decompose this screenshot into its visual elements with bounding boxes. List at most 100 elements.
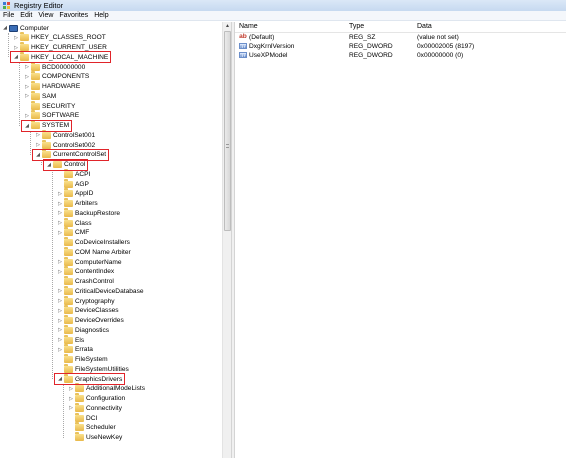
- tree-node-label: FileSystemUtilities: [75, 365, 129, 373]
- expand-arrow-icon[interactable]: ▷: [57, 230, 63, 236]
- value-row[interactable]: 011 UseXPModel REG_DWORD 0x00000000 (0): [235, 52, 566, 61]
- tree-guide-line: [52, 169, 53, 379]
- tree-node-dci[interactable]: DCI: [68, 412, 97, 423]
- tree-node-label: ControlSet001: [53, 131, 96, 139]
- value-name: (Default): [249, 34, 275, 41]
- tree-node-class[interactable]: ▷ Class: [57, 217, 92, 228]
- expand-arrow-icon[interactable]: ▷: [24, 84, 30, 90]
- tree-node-label: CriticalDeviceDatabase: [75, 287, 144, 295]
- folder-icon: [64, 344, 73, 354]
- expand-arrow-icon[interactable]: ▷: [57, 259, 63, 265]
- expand-arrow-icon[interactable]: ▷: [13, 45, 19, 51]
- pane-splitter[interactable]: [231, 22, 235, 458]
- expand-arrow-icon[interactable]: ▷: [24, 113, 30, 119]
- expand-arrow-icon[interactable]: ▷: [57, 298, 63, 304]
- tree-node-agp[interactable]: AGP: [57, 178, 89, 189]
- menu-favorites[interactable]: Favorites: [59, 12, 88, 19]
- tree-node-diagnostics[interactable]: ▷ Diagnostics: [57, 324, 109, 335]
- tree-node-label: Arbiters: [75, 200, 98, 207]
- tree-node-label: ACPI: [75, 170, 91, 178]
- string-value-icon: ab: [239, 33, 247, 40]
- tree-scrollbar[interactable]: ▲: [222, 22, 231, 458]
- menu-file[interactable]: File: [3, 12, 14, 19]
- registry-tree[interactable]: ◢ Computer ▷ HKEY_CLASSES_ROOT ▷ HKEY_CURRENT…: [0, 22, 231, 458]
- folder-icon: [42, 129, 51, 139]
- folder-icon: [64, 188, 73, 198]
- folder-icon: [75, 412, 84, 422]
- tree-node-connectivity[interactable]: ▷ Connectivity: [68, 402, 122, 413]
- tree-node-com-name-arbiter[interactable]: COM Name Arbiter: [57, 246, 131, 257]
- expand-arrow-icon[interactable]: ▷: [68, 386, 74, 392]
- tree-node-errata[interactable]: ▷ Errata: [57, 344, 93, 355]
- tree-node-label: Cryptography: [75, 297, 115, 305]
- expand-arrow-icon[interactable]: ▷: [24, 93, 30, 99]
- folder-icon: [64, 276, 73, 285]
- highlight-box: [54, 373, 126, 385]
- expand-arrow-icon[interactable]: ▷: [35, 142, 41, 148]
- folder-icon: [75, 393, 84, 402]
- values-list-header: Name Type Data: [235, 22, 566, 33]
- tree-node-criticaldevicedatabase[interactable]: ▷ CriticalDeviceDatabase: [57, 285, 144, 296]
- expand-arrow-icon[interactable]: ▷: [68, 396, 74, 402]
- value-row[interactable]: ab (Default) REG_SZ (value not set): [235, 33, 566, 43]
- expand-arrow-icon[interactable]: ▷: [57, 220, 63, 226]
- value-row[interactable]: 011 DxgKrnlVersion REG_DWORD 0x00002005 (81…: [235, 43, 566, 52]
- expand-arrow-icon[interactable]: ▷: [57, 327, 63, 333]
- tree-node-arbiters[interactable]: ▷ Arbiters: [57, 198, 98, 209]
- folder-icon: [31, 110, 40, 120]
- expand-arrow-icon[interactable]: ▷: [57, 191, 63, 197]
- tree-node-label: COMPONENTS: [42, 73, 90, 81]
- expand-arrow-icon[interactable]: ▷: [57, 288, 63, 294]
- tree-node-label: UseNewKey: [86, 434, 123, 441]
- value-type: REG_SZ: [349, 34, 376, 41]
- tree-node-usenewkey[interactable]: UseNewKey: [68, 432, 123, 443]
- expand-arrow-icon[interactable]: ▷: [24, 74, 30, 80]
- tree-node-acpi[interactable]: ACPI: [57, 168, 91, 179]
- tree-node-label: AdditionalModeLists: [86, 385, 146, 393]
- expand-arrow-icon[interactable]: ▷: [24, 64, 30, 70]
- menu-edit[interactable]: Edit: [20, 12, 32, 19]
- folder-icon: [64, 227, 73, 237]
- folder-icon: [31, 100, 40, 110]
- value-name: UseXPModel: [249, 52, 288, 59]
- folder-icon: [42, 139, 51, 149]
- expand-arrow-icon[interactable]: ▷: [57, 347, 63, 353]
- tree-node-controlset001[interactable]: ▷ ControlSet001: [35, 129, 96, 140]
- dword-value-icon: 011: [239, 43, 247, 49]
- tree-node-appid[interactable]: ▷ AppID: [57, 188, 93, 199]
- tree-node-codeviceinstallers[interactable]: CoDeviceInstallers: [57, 237, 130, 248]
- tree-node-label: Computer: [20, 24, 49, 32]
- scroll-thumb[interactable]: [224, 31, 231, 231]
- expand-arrow-icon[interactable]: ▷: [57, 318, 63, 324]
- expand-arrow-icon[interactable]: ▷: [68, 405, 74, 411]
- registry-editor-icon: [3, 2, 11, 9]
- tree-node-additionalmodelists[interactable]: ▷ AdditionalModeLists: [68, 383, 146, 394]
- value-data: 0x00000000 (0): [417, 52, 464, 59]
- column-header-name[interactable]: Name: [239, 23, 258, 30]
- expand-arrow-icon[interactable]: ▷: [57, 210, 63, 216]
- column-header-type[interactable]: Type: [349, 23, 364, 30]
- tree-node-cmf[interactable]: ▷ CMF: [57, 227, 89, 238]
- menu-view[interactable]: View: [38, 12, 53, 19]
- folder-icon: [64, 217, 73, 227]
- expand-arrow-icon[interactable]: ▷: [13, 35, 19, 41]
- folder-icon: [31, 71, 40, 81]
- scroll-up-icon[interactable]: ▲: [224, 23, 231, 30]
- tree-node-label: HKEY_CLASSES_ROOT: [31, 34, 106, 42]
- collapse-arrow-icon[interactable]: ◢: [2, 25, 8, 31]
- tree-node-hkey-classes-root[interactable]: ▷ HKEY_CLASSES_ROOT: [13, 32, 106, 43]
- expand-arrow-icon[interactable]: ▷: [35, 132, 41, 138]
- menu-help[interactable]: Help: [94, 12, 108, 19]
- tree-node-sam[interactable]: ▷ SAM: [24, 90, 56, 101]
- tree-node-backuprestore[interactable]: ▷ BackupRestore: [57, 207, 120, 218]
- menu-bar: File Edit View Favorites Help: [0, 11, 566, 21]
- tree-node-label: FileSystem: [75, 356, 108, 363]
- column-header-data[interactable]: Data: [417, 23, 432, 30]
- expand-arrow-icon[interactable]: ▷: [57, 337, 63, 343]
- tree-node-els[interactable]: ▷ Els: [57, 334, 84, 345]
- expand-arrow-icon[interactable]: ▷: [57, 269, 63, 275]
- expand-arrow-icon[interactable]: ▷: [57, 308, 63, 314]
- folder-icon: [64, 178, 73, 188]
- expand-arrow-icon[interactable]: ▷: [57, 201, 63, 207]
- tree-node-computer[interactable]: ◢ Computer: [2, 23, 49, 33]
